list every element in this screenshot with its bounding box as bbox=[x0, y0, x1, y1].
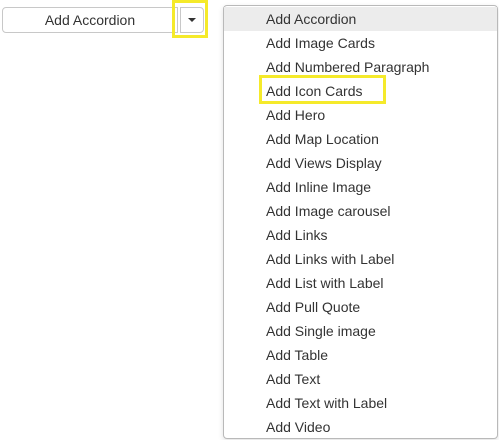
dropdown-item-add-inline-image[interactable]: Add Inline Image bbox=[224, 175, 497, 199]
dropdown-item-add-hero[interactable]: Add Hero bbox=[224, 103, 497, 127]
dropdown-item-add-image-carousel[interactable]: Add Image carousel bbox=[224, 199, 497, 223]
add-accordion-button[interactable]: Add Accordion bbox=[2, 7, 178, 33]
dropdown-item-add-map-location[interactable]: Add Map Location bbox=[224, 127, 497, 151]
dropdown-item-add-single-image[interactable]: Add Single image bbox=[224, 319, 497, 343]
dropdown-item-add-text-with-label[interactable]: Add Text with Label bbox=[224, 391, 497, 415]
dropdown-item-add-list-with-label[interactable]: Add List with Label bbox=[224, 271, 497, 295]
dropdown-item-add-image-cards[interactable]: Add Image Cards bbox=[224, 31, 497, 55]
dropdown-item-add-links[interactable]: Add Links bbox=[224, 223, 497, 247]
dropdown-item-add-table[interactable]: Add Table bbox=[224, 343, 497, 367]
add-paragraph-dropdown-menu: Add Accordion Add Image Cards Add Number… bbox=[223, 5, 498, 439]
caret-down-icon bbox=[188, 18, 196, 22]
dropdown-item-add-views-display[interactable]: Add Views Display bbox=[224, 151, 497, 175]
dropdown-item-add-pull-quote[interactable]: Add Pull Quote bbox=[224, 295, 497, 319]
dropdown-item-add-icon-cards[interactable]: Add Icon Cards bbox=[224, 79, 497, 103]
dropdown-item-add-accordion[interactable]: Add Accordion bbox=[224, 7, 497, 31]
dropdown-item-add-links-with-label[interactable]: Add Links with Label bbox=[224, 247, 497, 271]
dropdown-item-add-video[interactable]: Add Video bbox=[224, 415, 497, 439]
dropdown-item-add-numbered-paragraph[interactable]: Add Numbered Paragraph bbox=[224, 55, 497, 79]
dropdown-toggle-button[interactable] bbox=[180, 7, 204, 33]
dropdown-item-add-text[interactable]: Add Text bbox=[224, 367, 497, 391]
